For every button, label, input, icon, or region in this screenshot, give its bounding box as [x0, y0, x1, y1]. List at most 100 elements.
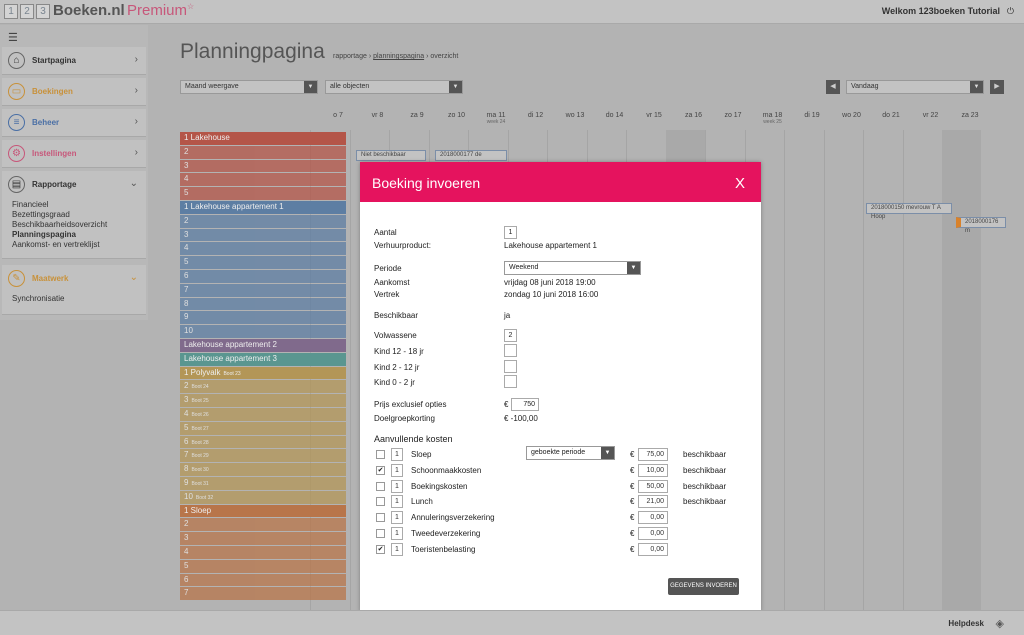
- object-select[interactable]: alle objecten ▼: [325, 80, 463, 94]
- day-header: zo 10: [437, 112, 477, 119]
- submit-button[interactable]: GEGEVENS INVOEREN: [668, 578, 739, 595]
- kosten-qty-input[interactable]: 1: [391, 527, 403, 540]
- next-button[interactable]: ▶: [990, 80, 1004, 94]
- welcome-text[interactable]: Welkom 123boeken Tutorial: [882, 6, 1000, 16]
- volwassene-input[interactable]: 2: [504, 329, 517, 342]
- aantal-input[interactable]: 1: [504, 226, 517, 239]
- prijs-input[interactable]: 750: [511, 398, 539, 411]
- group-row[interactable]: 1 Polyvalk Boot 23: [180, 366, 346, 380]
- periode-select[interactable]: Weekend ▼: [504, 261, 641, 275]
- booking-bar[interactable]: 2018000150 mevrouw T A Hoop: [866, 203, 952, 220]
- kind1-input[interactable]: [504, 344, 517, 357]
- kosten-price-input[interactable]: 21,00: [638, 495, 668, 509]
- breadcrumb-rapportage[interactable]: rapportage: [333, 53, 367, 60]
- unit-row[interactable]: 3: [180, 228, 346, 242]
- unit-number: 2: [184, 381, 189, 391]
- unit-row[interactable]: 9 Boot 31: [180, 477, 346, 490]
- group-row[interactable]: 1 Lakehouse appartement 1: [180, 201, 346, 214]
- kind2-input[interactable]: [504, 360, 517, 373]
- unit-row[interactable]: 5: [180, 559, 346, 573]
- korting-label: Doelgroepkorting: [374, 414, 435, 423]
- brand-name[interactable]: Boeken.nl: [53, 2, 125, 19]
- unit-row[interactable]: 2 Boot 24: [180, 380, 346, 394]
- unit-row[interactable]: 4: [180, 242, 346, 256]
- unit-row[interactable]: 4: [180, 546, 346, 559]
- unit-number: 4: [184, 174, 189, 184]
- subitem-bezettingsgraad[interactable]: Bezettingsgraad: [12, 210, 70, 219]
- kind3-input[interactable]: [504, 375, 517, 388]
- sidebar-item-boekingen[interactable]: ▭ Boekingen ›: [2, 78, 146, 106]
- unit-row[interactable]: 2: [180, 214, 346, 228]
- group-row[interactable]: 1 Lakehouse: [180, 132, 346, 145]
- unit-row[interactable]: 5: [180, 256, 346, 269]
- kosten-checkbox[interactable]: [376, 450, 385, 459]
- sidebar-item-instellingen[interactable]: ⚙ Instellingen ›: [2, 140, 146, 168]
- unit-row[interactable]: 7: [180, 283, 346, 297]
- group-row[interactable]: 1 Sloep: [180, 504, 346, 518]
- kosten-checkbox[interactable]: [376, 481, 385, 491]
- date-select[interactable]: Vandaag ▼: [846, 80, 984, 94]
- kosten-checkbox[interactable]: [376, 513, 385, 523]
- prev-button[interactable]: ◀: [826, 80, 840, 94]
- breadcrumb-planningspagina[interactable]: planningspagina: [373, 53, 424, 60]
- close-button[interactable]: X: [735, 175, 745, 192]
- unit-row[interactable]: 5 Boot 27: [180, 421, 346, 435]
- kosten-checkbox[interactable]: [376, 529, 385, 538]
- power-icon[interactable]: ⏻: [1007, 6, 1014, 17]
- booking-bar[interactable]: 2018000177 de: [435, 150, 507, 161]
- kosten-price-input[interactable]: 75,00: [638, 448, 668, 461]
- unit-row[interactable]: 6: [180, 270, 346, 283]
- subitem-synchronisatie[interactable]: Synchronisatie: [12, 294, 64, 303]
- sidebar-item-maatwerk[interactable]: ✎ Maatwerk ⌄: [2, 265, 146, 315]
- subitem-beschikbaarheid[interactable]: Beschikbaarheidsoverzicht: [12, 220, 107, 229]
- unit-row[interactable]: 7 Boot 29: [180, 449, 346, 463]
- kosten-qty-input[interactable]: 1: [391, 463, 403, 477]
- sidebar-item-beheer[interactable]: ≡ Beheer ›: [2, 109, 146, 137]
- view-select[interactable]: Maand weergave ▼: [180, 80, 318, 94]
- unit-row[interactable]: 7: [180, 587, 346, 601]
- unit-row[interactable]: 10: [180, 325, 346, 338]
- kosten-checkbox[interactable]: [376, 497, 385, 507]
- kosten-price-input[interactable]: 50,00: [638, 479, 668, 493]
- unit-row[interactable]: 4: [180, 173, 346, 187]
- booking-bar[interactable]: Niet beschikbaar: [356, 150, 426, 161]
- kosten-qty-input[interactable]: 1: [391, 479, 403, 493]
- unit-row[interactable]: 6: [180, 573, 346, 587]
- unit-row[interactable]: 5: [180, 187, 346, 200]
- unit-row[interactable]: 3: [180, 159, 346, 173]
- unit-row[interactable]: 2: [180, 145, 346, 159]
- unit-row[interactable]: 8: [180, 297, 346, 311]
- unit-row[interactable]: 6 Boot 28: [180, 435, 346, 449]
- kosten-checkbox[interactable]: ✔: [376, 544, 385, 554]
- kosten-price-input[interactable]: 0,00: [638, 542, 668, 556]
- helpdesk-link[interactable]: Helpdesk: [948, 619, 984, 628]
- kosten-qty-input[interactable]: 1: [391, 511, 403, 525]
- unit-row[interactable]: 3 Boot 25: [180, 394, 346, 407]
- kosten-price-input[interactable]: 0,00: [638, 527, 668, 540]
- subitem-financieel[interactable]: Financieel: [12, 200, 48, 209]
- weekend-shade: [942, 130, 981, 610]
- kosten-qty-input[interactable]: 1: [391, 495, 403, 509]
- boat-name: Boot 26: [191, 412, 209, 418]
- unit-row[interactable]: 10 Boot 32: [180, 490, 346, 504]
- sidebar-item-startpagina[interactable]: ⌂ Startpagina ›: [2, 47, 146, 75]
- helpdesk-icon[interactable]: ◈: [996, 617, 1004, 630]
- group-name: 1 Polyvalk: [184, 367, 221, 377]
- group-row[interactable]: Lakehouse appartement 3: [180, 352, 346, 366]
- kosten-price-input[interactable]: 10,00: [638, 463, 668, 477]
- kosten-qty-input[interactable]: 1: [391, 542, 403, 556]
- unit-row[interactable]: 3: [180, 532, 346, 545]
- group-row[interactable]: Lakehouse appartement 2: [180, 339, 346, 352]
- booking-bar[interactable]: 2018000176 m: [956, 217, 1006, 234]
- kosten-price-input[interactable]: 0,00: [638, 511, 668, 525]
- unit-row[interactable]: 4 Boot 26: [180, 408, 346, 421]
- unit-row[interactable]: 2: [180, 518, 346, 532]
- subitem-planningspagina[interactable]: Planningspagina: [12, 230, 76, 239]
- subitem-aankomst[interactable]: Aankomst- en vertreklijst: [12, 240, 100, 249]
- kosten-qty-input[interactable]: 1: [391, 448, 403, 461]
- menu-toggle-icon[interactable]: ☰: [8, 31, 18, 44]
- unit-row[interactable]: 9: [180, 311, 346, 325]
- kosten-period-select[interactable]: geboekte periode ▼: [526, 446, 615, 460]
- unit-row[interactable]: 8 Boot 30: [180, 463, 346, 476]
- kosten-checkbox[interactable]: ✔: [376, 465, 385, 475]
